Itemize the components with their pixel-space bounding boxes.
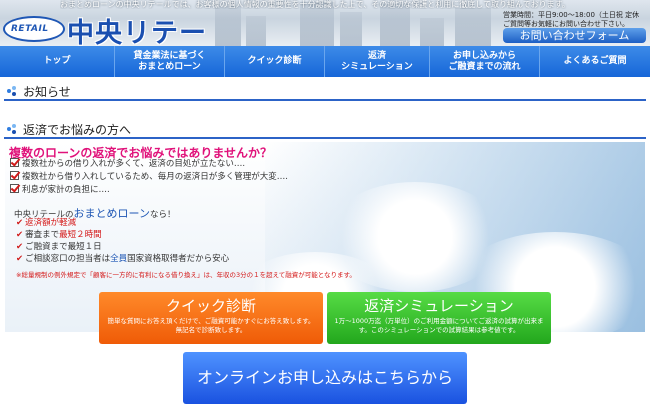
nav-item-faq[interactable]: よくあるご質問: [540, 46, 650, 77]
worry-check-text: 利息が家計の負担に….: [22, 185, 110, 195]
worry-title: 返済でお悩みの方へ: [23, 123, 132, 137]
check-mark-icon: ✔: [16, 242, 24, 252]
nav-item-top[interactable]: トップ: [0, 46, 115, 77]
hours-line: 営業時間：平日9:00～18:00（土日祝 定休: [503, 11, 640, 19]
quick-check-title: クイック診断: [165, 297, 256, 315]
worry-check-item: 利息が家計の負担に….: [10, 184, 110, 195]
news-title: お知らせ: [23, 85, 71, 99]
worry-check-item: 複数社から借り入れしているため、毎月の返済日が多く管理が大変….: [10, 171, 288, 182]
feature-text: 審査まで: [25, 230, 60, 240]
repayment-simulation-button[interactable]: 返済シミュレーション 1万～1000万迄（万単位）のご利用金額についてご返済の試…: [327, 292, 551, 344]
feature-item: ✔ ご融資まで最短１日: [16, 242, 102, 253]
quick-check-button[interactable]: クイック診断 簡単な質問にお答え頂くだけで、ご融資可能かすぐにお答え致します。無…: [99, 292, 323, 344]
intro-suffix: なら！: [149, 210, 176, 220]
check-mark-icon: ✔: [16, 254, 24, 264]
worry-section-header: 返済でお悩みの方へ: [4, 120, 646, 139]
feature-item: ✔ 審査まで最短２時間: [16, 230, 102, 241]
feature-text-end: 国家資格取得者だから安心: [127, 254, 230, 264]
site-logo[interactable]: RETAIL 中央リテール: [3, 13, 208, 46]
simulation-desc: 1万～1000万迄（万単位）のご利用金額についてご返済の試算が出来ます。このシミ…: [334, 317, 544, 334]
nav-item-consolidation-loan[interactable]: 貸金業法に基づく おまとめローン: [115, 46, 225, 77]
nav-item-quick-check[interactable]: クイック診断: [225, 46, 325, 77]
feature-highlight: 全員: [110, 254, 128, 264]
checkbox-checked-icon: [10, 184, 19, 193]
logo-badge-text: RETAIL: [11, 24, 49, 34]
logo-badge: RETAIL: [3, 16, 65, 42]
page: おまとめローンの中央リテールでは、お客様の個人情報の重要性を十分認識した上で、そ…: [0, 0, 650, 413]
feature-text: ご相談窓口の担当者は: [25, 254, 111, 264]
online-application-button[interactable]: オンラインお申し込みはこちらから: [183, 352, 467, 404]
feature-item: ✔ 返済額が軽減: [16, 218, 76, 229]
header-building: [340, 12, 362, 46]
contact-form-button[interactable]: お問い合わせフォーム: [503, 28, 646, 43]
site-header: おまとめローンの中央リテールでは、お客様の個人情報の重要性を十分認識した上で、そ…: [0, 0, 650, 46]
feature-item: ✔ ご相談窓口の担当者は全員国家資格取得者だから安心: [16, 254, 229, 265]
header-building: [215, 6, 241, 46]
worry-check-text: 複数社から借り入れしているため、毎月の返済日が多く管理が大変….: [22, 172, 288, 182]
checkbox-checked-icon: [10, 171, 19, 180]
check-mark-icon: ✔: [16, 218, 24, 228]
feature-text: 返済額が軽減: [25, 218, 77, 228]
business-hours: 営業時間：平日9:00～18:00（土日祝 定休 ご質問等お気軽にお問い合わせ下…: [503, 11, 650, 29]
feature-highlight: 最短２時間: [59, 230, 102, 240]
header-building: [246, 16, 266, 46]
check-mark-icon: ✔: [16, 230, 24, 240]
feature-text: ご融資まで最短１日: [25, 242, 102, 252]
bullet-dots-icon: [7, 86, 17, 96]
logo-name: 中央リテール: [67, 18, 207, 46]
quick-check-desc: 簡単な質問にお答え頂くだけで、ご融資可能かすぐにお答え致します。無記名で診断致し…: [107, 317, 315, 334]
nav-item-application-flow[interactable]: お申し込みから ご融資までの流れ: [430, 46, 540, 77]
bullet-dots-icon: [7, 124, 17, 134]
worry-check-text: 複数社からの借り入れが多くて、返済の目処が立たない….: [22, 159, 246, 169]
header-building: [420, 18, 444, 46]
nav-item-simulation[interactable]: 返済 シミュレーション: [325, 46, 430, 77]
checkbox-checked-icon: [10, 158, 19, 167]
header-building: [380, 4, 410, 46]
privacy-notice: おまとめローンの中央リテールでは、お客様の個人情報の重要性を十分認識した上で、そ…: [60, 0, 570, 9]
intro-highlight: おまとめローン: [73, 207, 150, 220]
worry-check-item: 複数社からの借り入れが多くて、返済の目処が立たない….: [10, 158, 245, 169]
header-building: [455, 8, 491, 46]
main-nav: トップ 貸金業法に基づく おまとめローン クイック診断 返済 シミュレーション …: [0, 46, 650, 77]
news-section-header: お知らせ: [4, 82, 646, 101]
total-volume-footnote: ※総量規制の例外規定で「顧客に一方的に有利になる借り換え」は、年収の3分の１を超…: [16, 271, 356, 279]
simulation-title: 返済シミュレーション: [364, 297, 514, 315]
